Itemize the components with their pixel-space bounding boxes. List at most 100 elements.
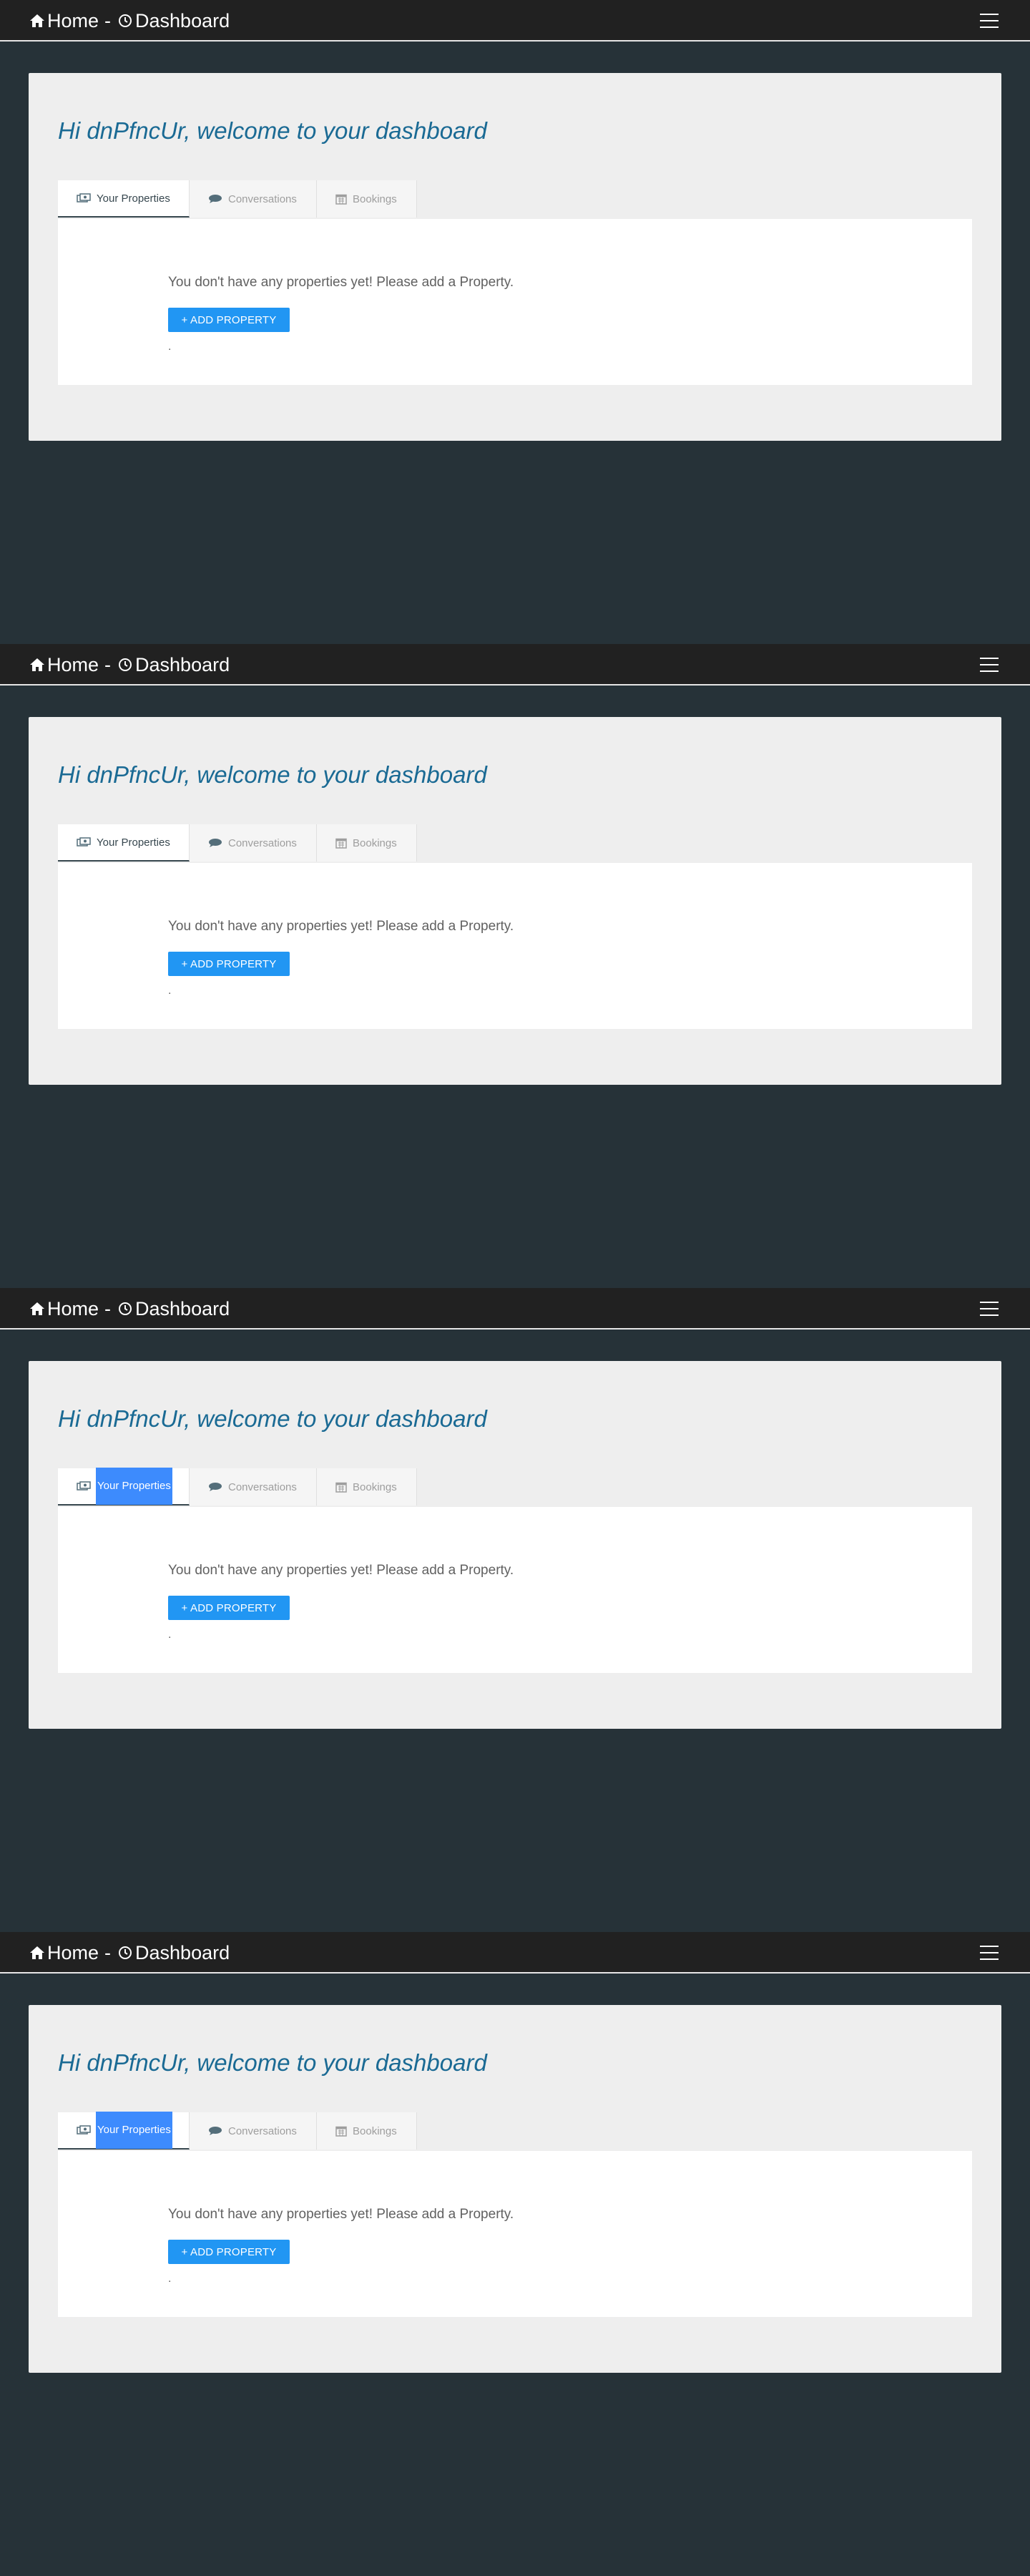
dashboard-card: Hi dnPfncUr, welcome to your dashboard Y… [29, 717, 1001, 1085]
navbar: Home - Dashboard [0, 1932, 1030, 1974]
breadcrumb-separator: - [104, 9, 112, 31]
dashboard-icon [117, 12, 134, 29]
screenshot-frame: Home - Dashboard Hi dnPfncUr, welcome to… [0, 0, 1030, 644]
screenshot-frame: Home - Dashboard Hi dnPfncUr, welcome to… [0, 1932, 1030, 2576]
screenshot-frame: Home - Dashboard Hi dnPfncUr, welcome to… [0, 1288, 1030, 1932]
home-link[interactable]: Home [47, 1298, 99, 1320]
tab-bookings[interactable]: Bookings [317, 2112, 417, 2150]
menu-icon[interactable] [980, 658, 999, 672]
home-icon [29, 656, 46, 673]
tab-bookings[interactable]: Bookings [317, 1468, 417, 1506]
add-property-button[interactable]: + ADD PROPERTY [168, 308, 290, 332]
comment-icon [208, 838, 222, 848]
comment-icon [208, 2126, 222, 2136]
dashboard-tabs: Your Properties Conversations Bookings [58, 824, 417, 862]
tab-conversations[interactable]: Conversations [190, 824, 317, 862]
tab-your-properties[interactable]: Your Properties [58, 1468, 190, 1506]
tab-label: Bookings [353, 1480, 397, 1493]
welcome-heading: Hi dnPfncUr, welcome to your dashboard [58, 117, 487, 144]
empty-properties-message: You don't have any properties yet! Pleas… [168, 2207, 514, 2222]
properties-panel: You don't have any properties yet! Pleas… [58, 863, 972, 1029]
empty-properties-message: You don't have any properties yet! Pleas… [168, 919, 514, 934]
breadcrumb-separator: - [104, 653, 112, 675]
welcome-heading: Hi dnPfncUr, welcome to your dashboard [58, 2049, 487, 2076]
navbar: Home - Dashboard [0, 644, 1030, 686]
dashboard-link[interactable]: Dashboard [135, 1942, 230, 1964]
breadcrumb-separator: - [104, 1941, 112, 1963]
dashboard-link[interactable]: Dashboard [135, 10, 230, 32]
dashboard-card: Hi dnPfncUr, welcome to your dashboard Y… [29, 1361, 1001, 1729]
navbar: Home - Dashboard [0, 1288, 1030, 1330]
money-icon [77, 2125, 91, 2135]
menu-icon[interactable] [980, 1302, 999, 1316]
dashboard-tabs: Your Properties Conversations Bookings [58, 2112, 417, 2150]
money-icon [77, 837, 91, 847]
empty-properties-message: You don't have any properties yet! Pleas… [168, 1563, 514, 1578]
comment-icon [208, 1482, 222, 1492]
trailing-dot: . [168, 2273, 172, 2285]
dashboard-tabs: Your Properties Conversations Bookings [58, 1468, 417, 1506]
tab-label: Your Properties [97, 836, 170, 849]
tab-bookings[interactable]: Bookings [317, 824, 417, 862]
home-icon [29, 1944, 46, 1961]
home-link[interactable]: Home [47, 654, 99, 676]
tab-label: Conversations [228, 192, 297, 205]
add-property-button[interactable]: + ADD PROPERTY [168, 952, 290, 976]
home-icon [29, 12, 46, 29]
money-icon [77, 1481, 91, 1491]
tab-conversations[interactable]: Conversations [190, 1468, 317, 1506]
menu-icon[interactable] [980, 14, 999, 28]
dashboard-icon [117, 1944, 134, 1961]
breadcrumb-separator: - [104, 1297, 112, 1319]
home-icon [29, 1300, 46, 1317]
add-property-button[interactable]: + ADD PROPERTY [168, 2240, 290, 2264]
properties-panel: You don't have any properties yet! Pleas… [58, 219, 972, 385]
welcome-heading: Hi dnPfncUr, welcome to your dashboard [58, 1405, 487, 1432]
trailing-dot: . [168, 985, 172, 997]
tab-your-properties[interactable]: Your Properties [58, 824, 190, 862]
tab-your-properties[interactable]: Your Properties [58, 2112, 190, 2150]
tab-label: Bookings [353, 2124, 397, 2137]
breadcrumb: Home - Dashboard [29, 653, 230, 676]
tab-label: Your Properties [96, 2112, 172, 2149]
money-icon [77, 193, 91, 203]
tab-conversations[interactable]: Conversations [190, 2112, 317, 2150]
welcome-heading: Hi dnPfncUr, welcome to your dashboard [58, 761, 487, 788]
dashboard-tabs: Your Properties Conversations Bookings [58, 180, 417, 218]
dashboard-link[interactable]: Dashboard [135, 654, 230, 676]
tab-label: Conversations [228, 2124, 297, 2137]
calendar-icon [335, 2125, 347, 2137]
add-property-button[interactable]: + ADD PROPERTY [168, 1596, 290, 1620]
home-link[interactable]: Home [47, 1942, 99, 1964]
tab-label: Conversations [228, 1480, 297, 1493]
calendar-icon [335, 193, 347, 205]
tab-label: Bookings [353, 836, 397, 849]
dashboard-icon [117, 656, 134, 673]
menu-icon[interactable] [980, 1946, 999, 1960]
empty-properties-message: You don't have any properties yet! Pleas… [168, 275, 514, 290]
dashboard-link[interactable]: Dashboard [135, 1298, 230, 1320]
breadcrumb: Home - Dashboard [29, 1297, 230, 1320]
tab-bookings[interactable]: Bookings [317, 180, 417, 218]
calendar-icon [335, 837, 347, 849]
tab-label: Your Properties [97, 192, 170, 205]
tab-conversations[interactable]: Conversations [190, 180, 317, 218]
properties-panel: You don't have any properties yet! Pleas… [58, 1507, 972, 1673]
calendar-icon [335, 1481, 347, 1493]
trailing-dot: . [168, 341, 172, 353]
screenshot-frame: Home - Dashboard Hi dnPfncUr, welcome to… [0, 644, 1030, 1288]
home-link[interactable]: Home [47, 10, 99, 32]
comment-icon [208, 194, 222, 204]
tab-label: Conversations [228, 836, 297, 849]
breadcrumb: Home - Dashboard [29, 1941, 230, 1964]
tab-label: Your Properties [96, 1468, 172, 1505]
breadcrumb: Home - Dashboard [29, 9, 230, 32]
tab-your-properties[interactable]: Your Properties [58, 180, 190, 218]
dashboard-icon [117, 1300, 134, 1317]
tab-label: Bookings [353, 192, 397, 205]
dashboard-card: Hi dnPfncUr, welcome to your dashboard Y… [29, 2005, 1001, 2373]
navbar: Home - Dashboard [0, 0, 1030, 42]
properties-panel: You don't have any properties yet! Pleas… [58, 2151, 972, 2317]
trailing-dot: . [168, 1629, 172, 1641]
dashboard-card: Hi dnPfncUr, welcome to your dashboard Y… [29, 73, 1001, 441]
